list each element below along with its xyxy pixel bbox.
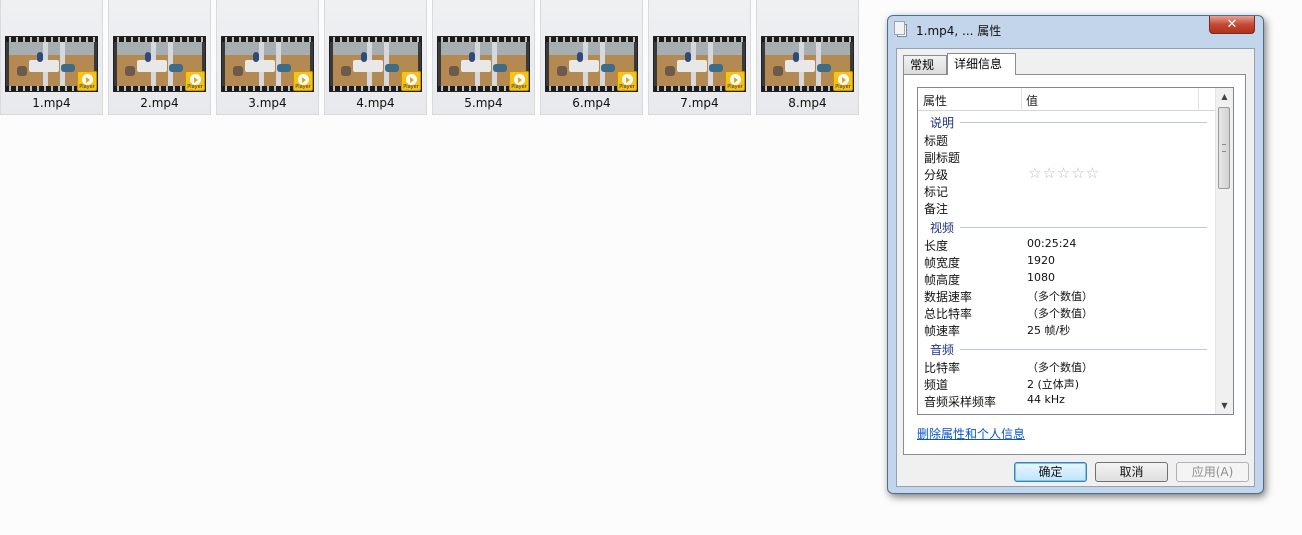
- file-item[interactable]: Player 4.mp4: [324, 0, 427, 115]
- scroll-up-icon[interactable]: ▲: [1216, 88, 1233, 105]
- property-list[interactable]: 属性 值 说明 标题 副标题 分级 ☆☆☆☆☆ 标记 备注 视频 长度 00:25:…: [917, 87, 1234, 415]
- file-name: 5.mp4: [464, 96, 503, 110]
- tab-general[interactable]: 常规: [903, 55, 947, 74]
- file-item[interactable]: Player 1.mp4: [0, 0, 103, 115]
- list-item[interactable]: 频道 2 (立体声): [918, 375, 1217, 392]
- player-badge-icon: Player: [617, 71, 637, 91]
- list-item[interactable]: 标记: [918, 182, 1217, 199]
- scroll-thumb[interactable]: [1218, 107, 1230, 189]
- list-item[interactable]: 副标题: [918, 148, 1217, 165]
- column-header-property[interactable]: 属性: [923, 92, 947, 109]
- list-item[interactable]: 标题: [918, 131, 1217, 148]
- list-item[interactable]: 音频采样频率 44 kHz: [918, 392, 1217, 409]
- video-thumbnail: Player: [5, 36, 98, 92]
- dialog-titlebar[interactable]: 1.mp4, ... 属性 ✕: [888, 16, 1263, 44]
- player-badge-icon: Player: [401, 71, 421, 91]
- dialog-client: 常规 详细信息 属性 值 说明 标题 副标题 分级☆☆☆☆☆ 标记 备注 视频: [896, 48, 1255, 487]
- file-item[interactable]: Player 3.mp4: [216, 0, 319, 115]
- cancel-button[interactable]: 取消: [1095, 462, 1168, 482]
- video-thumbnail: Player: [545, 36, 638, 92]
- rating-stars-icon[interactable]: ☆☆☆☆☆: [1028, 165, 1100, 181]
- file-item[interactable]: Player 2.mp4: [108, 0, 211, 115]
- player-badge-icon: Player: [833, 71, 853, 91]
- remove-properties-link[interactable]: 删除属性和个人信息: [917, 425, 1025, 442]
- file-list: Player 1.mp4 Player 2.mp4 Player 3.mp4 P…: [0, 0, 870, 118]
- player-badge-icon: Player: [185, 71, 205, 91]
- details-panel: 属性 值 说明 标题 副标题 分级 ☆☆☆☆☆ 标记 备注 视频 长度 00:25:…: [903, 74, 1246, 455]
- dialog-title: 1.mp4, ... 属性: [916, 24, 1002, 38]
- list-item[interactable]: 备注: [918, 199, 1217, 216]
- list-item[interactable]: 帧速率 25 帧/秒: [918, 321, 1217, 338]
- list-item[interactable]: 总比特率 （多个数值）: [918, 304, 1217, 321]
- section-audio: 音频: [918, 338, 1217, 358]
- player-badge-icon: Player: [725, 71, 745, 91]
- column-header-value[interactable]: 值: [1026, 92, 1038, 109]
- list-item[interactable]: 帧高度 1080: [918, 270, 1217, 287]
- player-badge-icon: Player: [77, 71, 97, 91]
- apply-button[interactable]: 应用(A): [1176, 462, 1249, 482]
- file-name: 1.mp4: [32, 96, 71, 110]
- close-button[interactable]: ✕: [1209, 16, 1255, 34]
- video-thumbnail: Player: [761, 36, 854, 92]
- video-thumbnail: Player: [437, 36, 530, 92]
- scroll-down-icon[interactable]: ▼: [1216, 397, 1233, 414]
- file-name: 8.mp4: [788, 96, 827, 110]
- file-item[interactable]: Player 6.mp4: [540, 0, 643, 115]
- file-item[interactable]: Player 5.mp4: [432, 0, 535, 115]
- video-thumbnail: Player: [221, 36, 314, 92]
- list-item[interactable]: 数据速率 （多个数值）: [918, 287, 1217, 304]
- list-item[interactable]: 长度 00:25:24: [918, 236, 1217, 253]
- section-video: 视频: [918, 216, 1217, 236]
- file-name: 6.mp4: [572, 96, 611, 110]
- vertical-scrollbar[interactable]: ▲ ▼: [1215, 88, 1233, 414]
- list-header: 属性 值: [918, 88, 1217, 111]
- ok-button[interactable]: 确定: [1014, 462, 1087, 482]
- properties-dialog: 1.mp4, ... 属性 ✕ 常规 详细信息 属性 值 说明 标题 副标题 分…: [887, 15, 1264, 494]
- list-item[interactable]: 帧宽度 1920: [918, 253, 1217, 270]
- file-name: 3.mp4: [248, 96, 287, 110]
- file-name: 7.mp4: [680, 96, 719, 110]
- video-thumbnail: Player: [653, 36, 746, 92]
- tab-details[interactable]: 详细信息: [947, 53, 1016, 75]
- file-name: 2.mp4: [140, 96, 179, 110]
- player-badge-icon: Player: [509, 71, 529, 91]
- list-item[interactable]: 分级 ☆☆☆☆☆: [918, 165, 1217, 182]
- file-name: 4.mp4: [356, 96, 395, 110]
- section-description: 说明: [918, 111, 1217, 131]
- property-rows: 说明 标题 副标题 分级 ☆☆☆☆☆ 标记 备注 视频 长度 00:25:24 帧宽…: [918, 111, 1217, 409]
- list-item[interactable]: 比特率 （多个数值）: [918, 358, 1217, 375]
- player-badge-icon: Player: [293, 71, 313, 91]
- video-thumbnail: Player: [329, 36, 422, 92]
- video-thumbnail: Player: [113, 36, 206, 92]
- file-properties-icon: [894, 21, 907, 37]
- file-item[interactable]: Player 8.mp4: [756, 0, 859, 115]
- file-item[interactable]: Player 7.mp4: [648, 0, 751, 115]
